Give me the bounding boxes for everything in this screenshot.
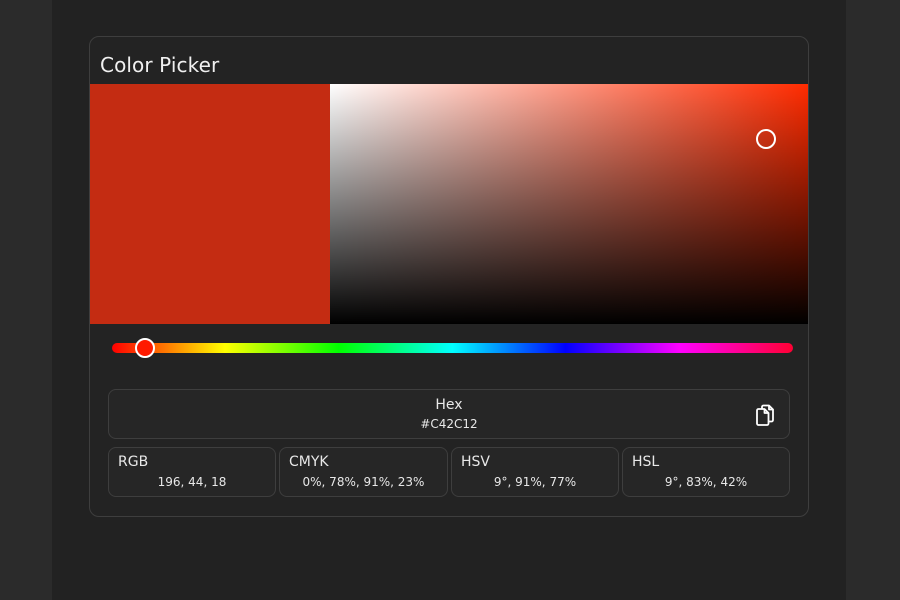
- hue-slider[interactable]: [112, 338, 793, 358]
- color-picker-card: Color Picker Hex #C42C12 RGB 196, 44, 18…: [89, 36, 809, 517]
- rgb-value: 196, 44, 18: [157, 475, 227, 489]
- hsv-label: HSV: [461, 454, 490, 470]
- card-title: Color Picker: [100, 53, 220, 77]
- copy-icon[interactable]: [753, 403, 777, 427]
- hsv-field: HSV 9°, 91%, 77%: [451, 447, 619, 497]
- right-gutter: [846, 0, 900, 600]
- rgb-field: RGB 196, 44, 18: [108, 447, 276, 497]
- color-preview-swatch: [90, 84, 330, 324]
- hex-value: #C42C12: [420, 417, 478, 431]
- rgb-label: RGB: [118, 454, 149, 470]
- cmyk-field: CMYK 0%, 78%, 91%, 23%: [279, 447, 448, 497]
- hex-field: Hex #C42C12: [108, 389, 790, 439]
- hsv-value: 9°, 91%, 77%: [493, 475, 577, 489]
- saturation-value-handle[interactable]: [755, 129, 776, 150]
- hsl-value: 9°, 83%, 42%: [664, 475, 748, 489]
- hsl-field: HSL 9°, 83%, 42%: [622, 447, 790, 497]
- hex-label: Hex: [435, 397, 463, 413]
- saturation-value-area[interactable]: [330, 84, 808, 324]
- hue-slider-handle[interactable]: [134, 338, 155, 358]
- hsl-label: HSL: [632, 454, 660, 470]
- cmyk-value: 0%, 78%, 91%, 23%: [302, 475, 425, 489]
- left-gutter: [0, 0, 52, 600]
- cmyk-label: CMYK: [289, 454, 329, 470]
